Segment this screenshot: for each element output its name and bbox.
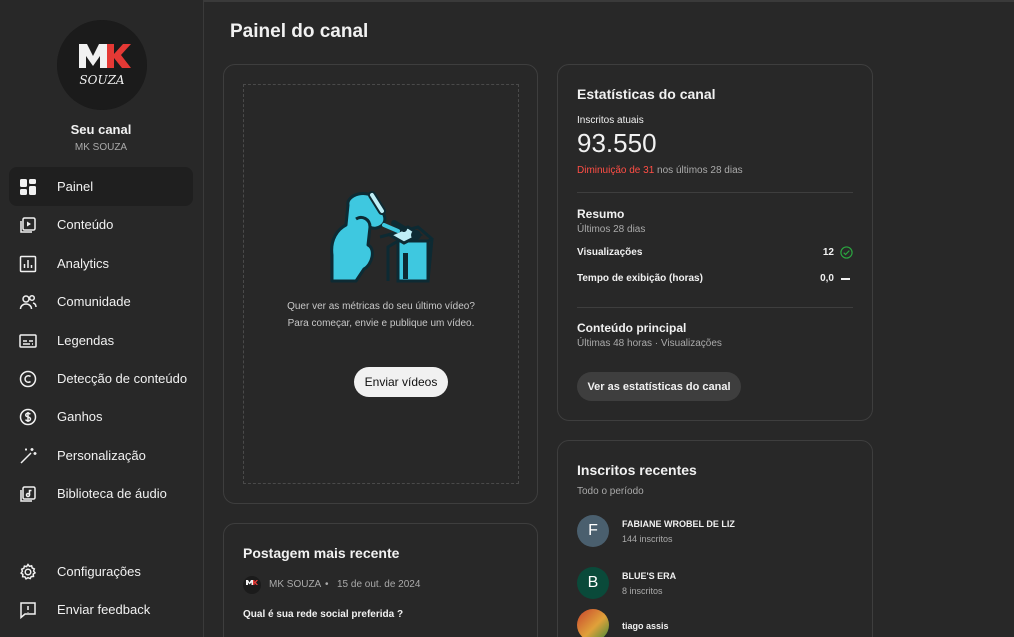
view-channel-stats-button[interactable]: Ver as estatísticas do canal <box>577 372 741 401</box>
microscope-illustration-icon <box>328 185 436 289</box>
sidebar-item-label: Detecção de conteúdo <box>57 371 188 386</box>
analytics-icon <box>18 254 38 274</box>
channel-avatar[interactable]: SOUZA <box>57 20 147 110</box>
subscriber-count: 144 inscritos <box>622 533 673 544</box>
subs-change-period: nos últimos 28 dias <box>657 165 743 176</box>
watch-time-value: 0,0 <box>820 273 834 284</box>
sidebar-item-label: Ganhos <box>57 409 103 424</box>
list-item[interactable]: F FABIANE WROBEL DE LIZ 144 inscritos <box>577 513 735 549</box>
recent-subscribers-card: Inscritos recentes Todo o período F FABI… <box>557 440 873 637</box>
post-date: 15 de out. de 2024 <box>337 579 421 590</box>
upload-videos-button[interactable]: Enviar vídeos <box>354 367 448 397</box>
page-title: Painel do canal <box>230 21 369 42</box>
divider <box>577 307 853 308</box>
channel-name: MK SOUZA <box>74 142 128 153</box>
summary-title: Resumo <box>577 207 625 221</box>
post-text[interactable]: Qual é sua rede social preferida ? <box>243 609 403 620</box>
subscriber-name: FABIANE WROBEL DE LIZ <box>622 518 735 529</box>
audio-library-icon <box>18 484 38 504</box>
sidebar-item-settings[interactable]: Configurações <box>9 552 193 591</box>
subtitles-icon <box>18 331 38 351</box>
current-subs-value: 93.550 <box>577 128 657 158</box>
subs-change: Diminuição de 31 nos últimos 28 dias <box>577 165 743 176</box>
subscriber-count: 8 inscritos <box>622 585 663 596</box>
sidebar-item-label: Biblioteca de áudio <box>57 486 167 501</box>
upload-prompt-line2: Para começar, envie e publique um vídeo. <box>287 318 475 329</box>
latest-post-title: Postagem mais recente <box>243 545 400 561</box>
sidebar-item-customization[interactable]: Personalização <box>9 436 193 475</box>
check-circle-icon <box>840 246 853 259</box>
post-author-avatar <box>243 576 261 594</box>
earn-icon <box>18 407 38 427</box>
subs-change-amount: Diminuição de 31 <box>577 165 655 176</box>
summary-period: Últimos 28 dias <box>577 224 646 235</box>
svg-text:SOUZA: SOUZA <box>79 73 125 87</box>
sidebar-item-subtitles[interactable]: Legendas <box>9 321 193 360</box>
upload-card: Quer ver as métricas do seu último vídeo… <box>223 64 538 504</box>
stats-title: Estatísticas do canal <box>577 86 716 102</box>
list-item[interactable]: B BLUE'S ERA 8 inscritos <box>577 565 676 601</box>
latest-post-card: Postagem mais recente MK SOUZA • 15 de o… <box>223 523 538 637</box>
top-content-title: Conteúdo principal <box>577 321 687 335</box>
sidebar-item-label: Configurações <box>57 564 141 579</box>
channel-logo-icon: SOUZA <box>57 20 147 110</box>
sidebar-item-label: Legendas <box>57 333 115 348</box>
post-dot-separator: • <box>325 579 329 590</box>
current-subs-label: Inscritos atuais <box>577 115 644 126</box>
sidebar-item-earn[interactable]: Ganhos <box>9 397 193 436</box>
sidebar-item-analytics[interactable]: Analytics <box>9 244 193 283</box>
sidebar-item-feedback[interactable]: Enviar feedback <box>9 590 193 629</box>
upload-prompt-line1: Quer ver as métricas do seu último vídeo… <box>287 301 475 312</box>
list-item[interactable]: tiago assis <box>577 609 669 637</box>
avatar: F <box>577 515 609 547</box>
sidebar-item-community[interactable]: Comunidade <box>9 282 193 321</box>
sidebar-item-label: Enviar feedback <box>57 602 151 617</box>
sidebar-item-label: Conteúdo <box>57 217 114 232</box>
avatar: B <box>577 567 609 599</box>
subscriber-name: BLUE'S ERA <box>622 570 677 581</box>
sidebar-item-label: Comunidade <box>57 294 131 309</box>
sidebar-item-label: Personalização <box>57 448 146 463</box>
channel-stats-card: Estatísticas do canal Inscritos atuais 9… <box>557 64 873 421</box>
recent-subs-title: Inscritos recentes <box>577 462 697 478</box>
top-content-sub: Últimas 48 horas · Visualizações <box>577 338 722 349</box>
recent-subs-period: Todo o período <box>577 486 644 497</box>
sidebar-item-content-detection[interactable]: Detecção de conteúdo <box>9 359 193 398</box>
feedback-icon <box>18 600 38 620</box>
sidebar: SOUZA Seu canal MK SOUZA Painel Conteúdo… <box>0 0 204 637</box>
customization-icon <box>18 446 38 466</box>
watch-time-label: Tempo de exibição (horas) <box>577 273 703 284</box>
content-icon <box>18 215 38 235</box>
post-author[interactable]: MK SOUZA <box>269 579 321 590</box>
channel-title[interactable]: Seu canal <box>0 122 202 137</box>
copyright-icon <box>18 369 38 389</box>
views-label: Visualizações <box>577 247 643 258</box>
sidebar-item-label: Analytics <box>57 256 110 271</box>
community-icon <box>18 292 38 312</box>
settings-icon <box>18 562 38 582</box>
divider <box>577 192 853 193</box>
sidebar-item-audio-library[interactable]: Biblioteca de áudio <box>9 474 193 513</box>
sidebar-item-content[interactable]: Conteúdo <box>9 205 193 244</box>
dashboard-icon <box>18 177 38 197</box>
views-value: 12 <box>822 247 834 258</box>
subscriber-name: tiago assis <box>622 621 669 631</box>
dash-icon <box>841 278 850 280</box>
upload-dropzone: Quer ver as métricas do seu último vídeo… <box>243 84 519 484</box>
sidebar-item-dashboard[interactable]: Painel <box>9 167 193 206</box>
avatar <box>577 609 609 637</box>
sidebar-item-label: Painel <box>57 179 94 194</box>
